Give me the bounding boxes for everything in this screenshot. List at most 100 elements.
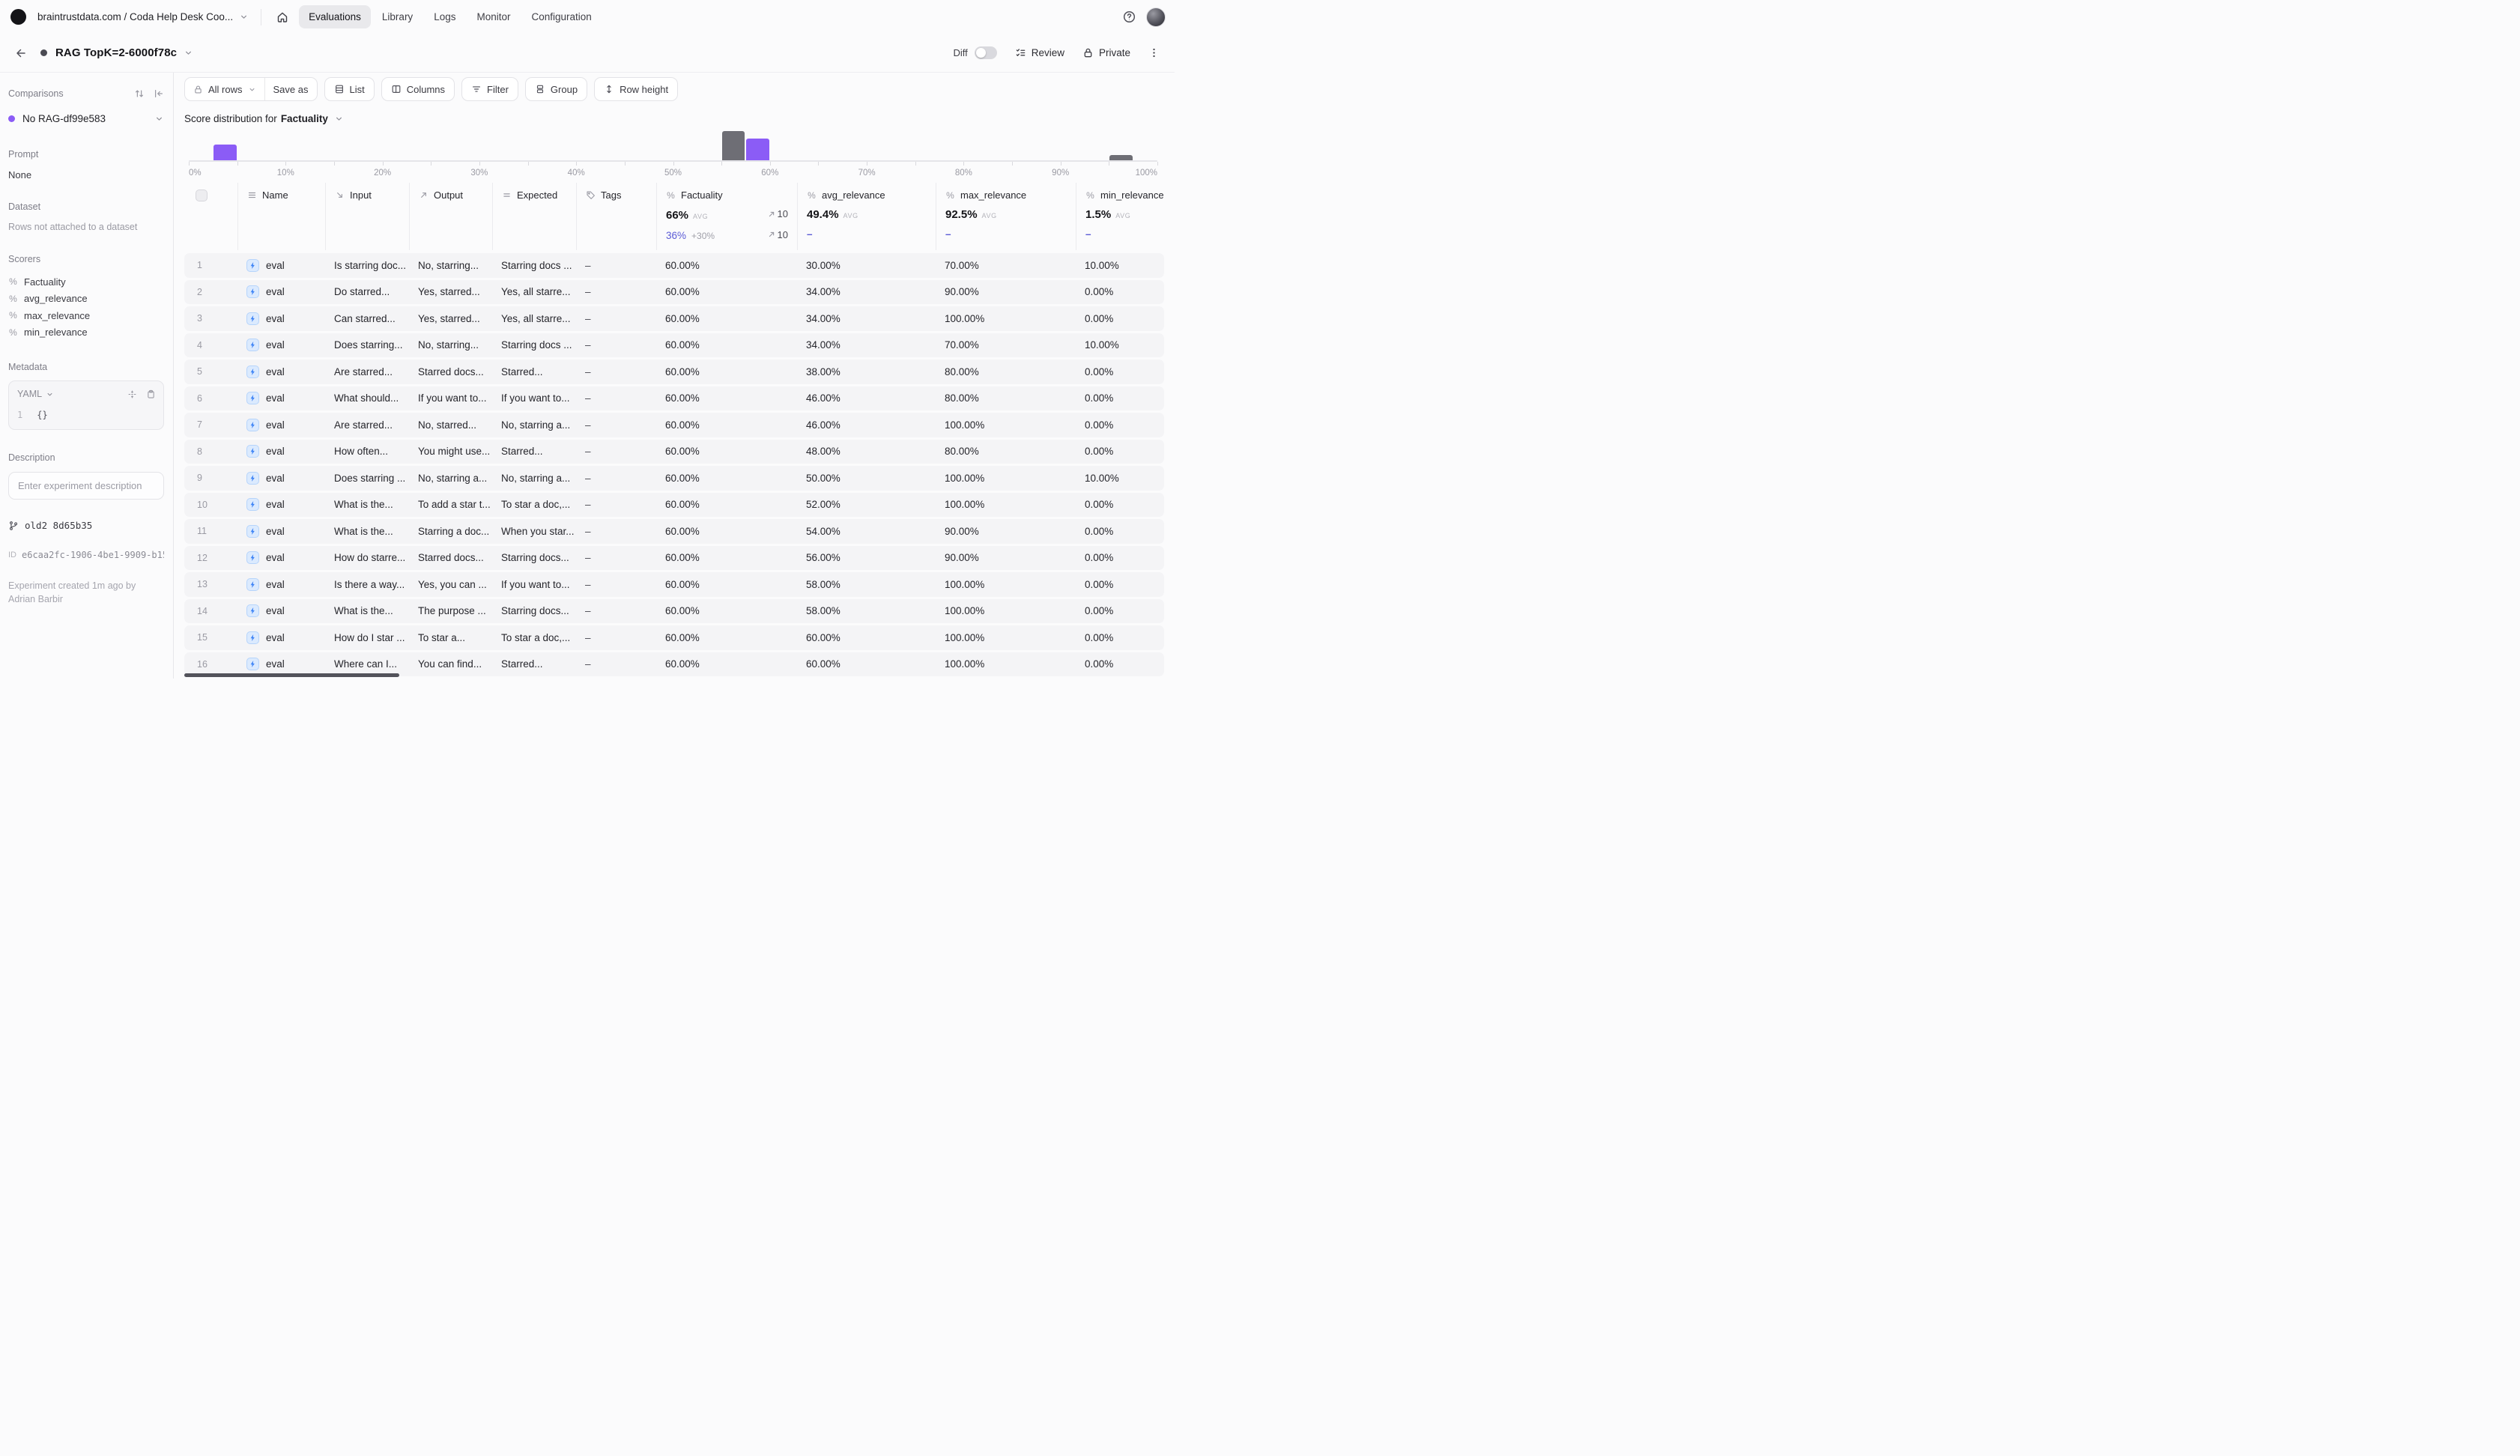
cell-score-factuality[interactable]: 60.00% [656,605,797,616]
cell-score-factuality[interactable]: 60.00% [656,313,797,324]
table-row[interactable]: 12evalHow do starre...Starred docs...Sta… [184,546,1164,571]
cell-score-min-relevance[interactable]: 0.00% [1076,499,1164,510]
review-button[interactable]: Review [1015,47,1064,58]
columns-button[interactable]: Columns [381,77,455,101]
cell-expected[interactable]: If you want to... [492,392,576,404]
cell-input[interactable]: Are starred... [325,419,409,431]
histogram-bar[interactable] [746,139,769,160]
cell-name[interactable]: eval [237,285,325,298]
diff-toggle[interactable] [975,46,997,59]
cell-score-max-relevance[interactable]: 100.00% [936,632,1076,643]
cell-score-avg-relevance[interactable]: 34.00% [797,339,936,351]
cell-score-max-relevance[interactable]: 100.00% [936,499,1076,510]
cell-score-avg-relevance[interactable]: 52.00% [797,499,936,510]
cell-score-factuality[interactable]: 60.00% [656,286,797,297]
cell-output[interactable]: No, starring... [409,260,492,271]
cell-input[interactable]: Where can I... [325,658,409,670]
cell-score-max-relevance[interactable]: 100.00% [936,313,1076,324]
cell-input[interactable]: Is there a way... [325,579,409,590]
cell-score-min-relevance[interactable]: 0.00% [1076,579,1164,590]
header-input[interactable]: Input [325,183,409,250]
table-row[interactable]: 15evalHow do I star ...To star a...To st… [184,625,1164,650]
cell-score-min-relevance[interactable]: 0.00% [1076,419,1164,431]
cell-expected[interactable]: No, starring a... [492,473,576,484]
cell-name[interactable]: eval [237,525,325,538]
copy-clipboard-icon[interactable] [146,389,156,399]
header-tags[interactable]: Tags [576,183,656,250]
histogram-bar[interactable] [213,145,236,160]
table-row[interactable]: 2evalDo starred...Yes, starred...Yes, al… [184,280,1164,305]
cell-score-min-relevance[interactable]: 0.00% [1076,446,1164,457]
cell-name[interactable]: eval [237,259,325,272]
table-row[interactable]: 3evalCan starred...Yes, starred...Yes, a… [184,306,1164,331]
cell-name[interactable]: eval [237,551,325,564]
cell-score-avg-relevance[interactable]: 50.00% [797,473,936,484]
scorer-item-avg-relevance[interactable]: %avg_relevance [8,291,164,308]
cell-name[interactable]: eval [237,658,325,670]
private-button[interactable]: Private [1082,47,1130,58]
cell-score-factuality[interactable]: 60.00% [656,366,797,377]
cell-output[interactable]: No, starring... [409,339,492,351]
row-height-button[interactable]: Row height [594,77,678,101]
cell-score-factuality[interactable]: 60.00% [656,339,797,351]
cell-score-avg-relevance[interactable]: 38.00% [797,366,936,377]
list-view-button[interactable]: List [324,77,375,101]
cell-score-avg-relevance[interactable]: 58.00% [797,579,936,590]
cell-input[interactable]: What is the... [325,605,409,616]
cell-tags[interactable]: – [576,579,656,590]
scorer-item-max-relevance[interactable]: %max_relevance [8,307,164,324]
table-row[interactable]: 4evalDoes starring...No, starring...Star… [184,333,1164,358]
cell-score-min-relevance[interactable]: 0.00% [1076,632,1164,643]
table-row[interactable]: 14evalWhat is the...The purpose ...Starr… [184,599,1164,624]
cell-score-max-relevance[interactable]: 80.00% [936,392,1076,404]
header-score-avg-relevance[interactable]: %avg_relevance49.4%AVG– [797,183,936,250]
all-rows-button[interactable]: All rows [185,78,264,100]
table-row[interactable]: 10evalWhat is the...To add a star t...To… [184,493,1164,518]
cell-score-avg-relevance[interactable]: 54.00% [797,526,936,537]
tab-configuration[interactable]: Configuration [521,5,601,28]
cell-input[interactable]: Does starring... [325,339,409,351]
cell-name[interactable]: eval [237,419,325,431]
cell-score-max-relevance[interactable]: 90.00% [936,526,1076,537]
collapse-sidebar-icon[interactable] [154,88,164,99]
metadata-format-select[interactable]: YAML [17,389,54,399]
braintrust-logo-icon[interactable] [10,9,26,25]
cell-output[interactable]: Starring a doc... [409,526,492,537]
histogram-bar[interactable] [722,131,745,160]
cell-output[interactable]: Starred docs... [409,366,492,377]
cell-name[interactable]: eval [237,339,325,351]
cell-input[interactable]: What is the... [325,499,409,510]
cell-output[interactable]: Yes, you can ... [409,579,492,590]
tab-logs[interactable]: Logs [424,5,465,28]
table-row[interactable]: 8evalHow often...You might use...Starred… [184,440,1164,464]
tab-evaluations[interactable]: Evaluations [299,5,371,28]
cell-input[interactable]: How often... [325,446,409,457]
cell-score-factuality[interactable]: 60.00% [656,392,797,404]
cell-score-max-relevance[interactable]: 70.00% [936,339,1076,351]
cell-score-factuality[interactable]: 60.00% [656,419,797,431]
cell-score-max-relevance[interactable]: 100.00% [936,473,1076,484]
table-row[interactable]: 7evalAre starred...No, starred...No, sta… [184,413,1164,437]
cell-score-min-relevance[interactable]: 0.00% [1076,313,1164,324]
cell-score-max-relevance[interactable]: 100.00% [936,658,1076,670]
metadata-editor[interactable]: YAML 1 {} [8,380,164,430]
sort-icon[interactable] [134,88,145,99]
experiment-title[interactable]: RAG TopK=2-6000f78c [55,46,177,59]
help-button[interactable] [1123,10,1136,23]
cell-score-min-relevance[interactable]: 0.00% [1076,286,1164,297]
cell-score-max-relevance[interactable]: 100.00% [936,419,1076,431]
cell-score-avg-relevance[interactable]: 60.00% [797,658,936,670]
cell-tags[interactable]: – [576,392,656,404]
group-button[interactable]: Group [525,77,587,101]
cell-score-factuality[interactable]: 60.00% [656,473,797,484]
cell-score-min-relevance[interactable]: 0.00% [1076,366,1164,377]
cell-output[interactable]: You can find... [409,658,492,670]
cell-score-factuality[interactable]: 60.00% [656,552,797,563]
cell-tags[interactable]: – [576,632,656,643]
cell-tags[interactable]: – [576,260,656,271]
cell-output[interactable]: The purpose ... [409,605,492,616]
cell-score-factuality[interactable]: 60.00% [656,526,797,537]
cell-name[interactable]: eval [237,498,325,511]
cell-score-max-relevance[interactable]: 100.00% [936,579,1076,590]
cell-score-min-relevance[interactable]: 10.00% [1076,339,1164,351]
